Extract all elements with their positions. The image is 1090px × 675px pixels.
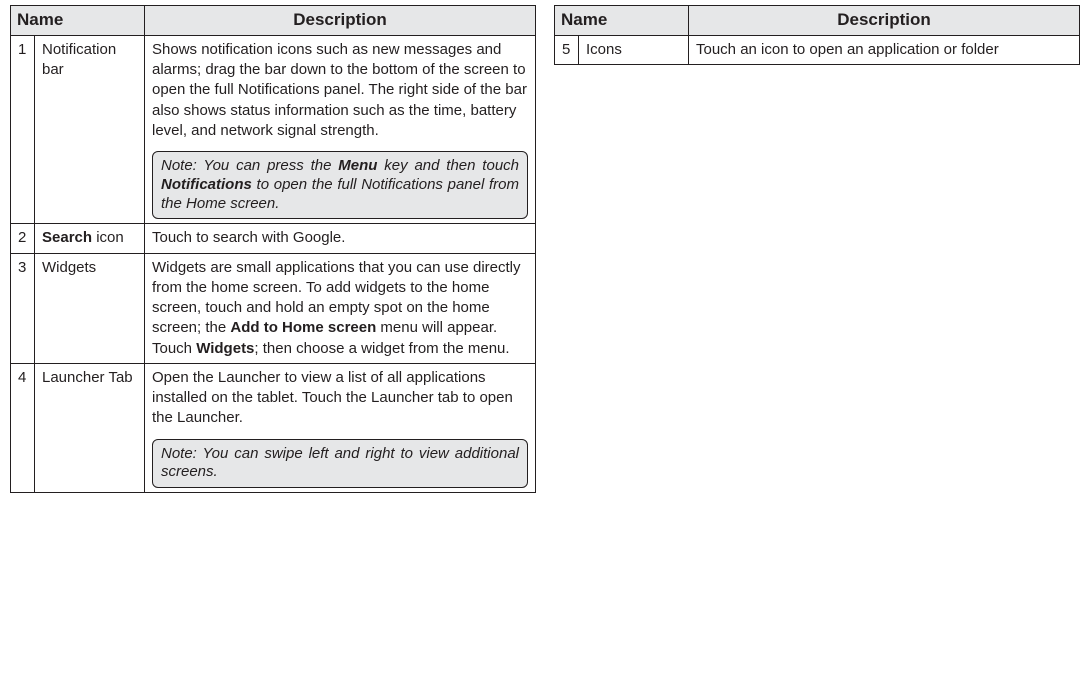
table-row: 4 Launcher Tab Open the Launcher to view… xyxy=(11,363,536,492)
header-row: Name Description xyxy=(11,6,536,36)
header-description: Description xyxy=(145,6,536,36)
left-table: Name Description 1 Notification bar Show… xyxy=(10,5,536,493)
table-row: 3 Widgets Widgets are small applications… xyxy=(11,253,536,363)
row-description: Touch an icon to open an application or … xyxy=(689,35,1080,64)
row-number: 3 xyxy=(11,253,35,363)
row-number: 4 xyxy=(11,363,35,492)
left-column: Name Description 1 Notification bar Show… xyxy=(10,5,536,493)
header-row: Name Description xyxy=(555,6,1080,36)
right-column: Name Description 5 Icons Touch an icon t… xyxy=(554,5,1080,493)
table-row: 1 Notification bar Shows notification ic… xyxy=(11,35,536,224)
row-number: 2 xyxy=(11,224,35,253)
table-row: 5 Icons Touch an icon to open an applica… xyxy=(555,35,1080,64)
row-name: Search icon xyxy=(35,224,145,253)
row-name: Notification bar xyxy=(35,35,145,224)
note-box: Note: You can swipe left and right to vi… xyxy=(152,439,528,489)
row-name: Icons xyxy=(579,35,689,64)
row-description: Touch to search with Google. xyxy=(145,224,536,253)
row-number: 5 xyxy=(555,35,579,64)
row-name: Widgets xyxy=(35,253,145,363)
row-description: Shows notification icons such as new mes… xyxy=(145,35,536,224)
note-box: Note: You can press the Menu key and the… xyxy=(152,151,528,219)
row-name: Launcher Tab xyxy=(35,363,145,492)
header-name: Name xyxy=(11,6,145,36)
table-row: 2 Search icon Touch to search with Googl… xyxy=(11,224,536,253)
right-table: Name Description 5 Icons Touch an icon t… xyxy=(554,5,1080,65)
row-description: Widgets are small applications that you … xyxy=(145,253,536,363)
header-description: Description xyxy=(689,6,1080,36)
header-name: Name xyxy=(555,6,689,36)
row-description: Open the Launcher to view a list of all … xyxy=(145,363,536,492)
row-number: 1 xyxy=(11,35,35,224)
